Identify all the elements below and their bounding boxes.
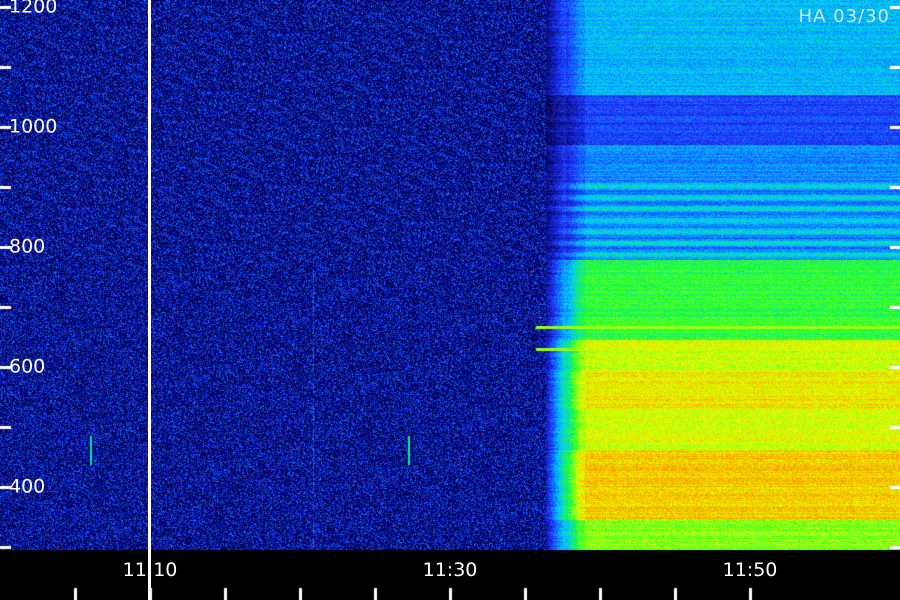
station-label: HA 03/30 <box>798 6 890 27</box>
y-tick-label: 400 <box>9 475 46 498</box>
x-tick-label: 11:50 <box>722 559 778 581</box>
y-tick-label: 800 <box>9 235 46 258</box>
y-tick-label: 600 <box>9 355 46 378</box>
spectrogram-image <box>0 0 900 600</box>
x-tick-label: 11:10 <box>122 559 178 581</box>
x-tick-label: 11:30 <box>422 559 478 581</box>
y-tick-label: 1000 <box>9 115 58 138</box>
y-tick-label: 1200 <box>9 0 58 18</box>
time-marker-line <box>148 0 151 600</box>
